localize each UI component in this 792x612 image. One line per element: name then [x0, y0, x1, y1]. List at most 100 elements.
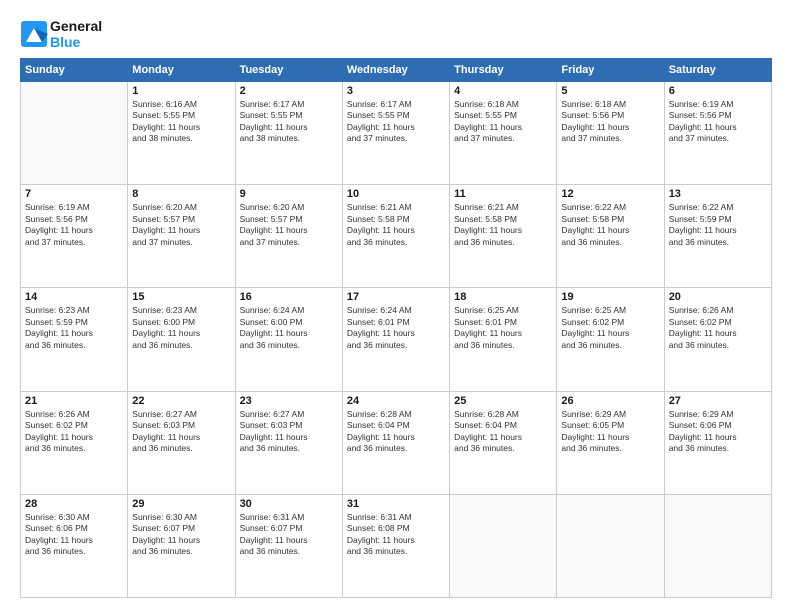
day-number: 21	[25, 395, 123, 407]
day-info: Sunrise: 6:29 AM Sunset: 6:06 PM Dayligh…	[669, 409, 767, 455]
day-info: Sunrise: 6:22 AM Sunset: 5:58 PM Dayligh…	[561, 202, 659, 248]
calendar-cell: 26 Sunrise: 6:29 AM Sunset: 6:05 PM Dayli…	[557, 391, 664, 494]
day-number: 19	[561, 291, 659, 303]
day-info: Sunrise: 6:19 AM Sunset: 5:56 PM Dayligh…	[669, 99, 767, 145]
day-info: Sunrise: 6:19 AM Sunset: 5:56 PM Dayligh…	[25, 202, 123, 248]
day-number: 8	[132, 188, 230, 200]
calendar-cell: 21 Sunrise: 6:26 AM Sunset: 6:02 PM Dayli…	[21, 391, 128, 494]
header: General Blue	[20, 18, 772, 50]
day-number: 18	[454, 291, 552, 303]
day-number: 30	[240, 498, 338, 510]
day-info: Sunrise: 6:18 AM Sunset: 5:56 PM Dayligh…	[561, 99, 659, 145]
calendar-cell: 10Sunrise: 6:21 AM Sunset: 5:58 PM Dayli…	[342, 185, 449, 288]
calendar-cell: 1Sunrise: 6:16 AM Sunset: 5:55 PM Daylig…	[128, 82, 235, 185]
calendar-cell: 18 Sunrise: 6:25 AM Sunset: 6:01 PM Dayli…	[450, 288, 557, 391]
day-number: 13	[669, 188, 767, 200]
day-info: Sunrise: 6:26 AM Sunset: 6:02 PM Dayligh…	[669, 305, 767, 351]
day-info: Sunrise: 6:17 AM Sunset: 5:55 PM Dayligh…	[240, 99, 338, 145]
calendar-cell: 23Sunrise: 6:27 AM Sunset: 6:03 PM Dayli…	[235, 391, 342, 494]
calendar-cell: 28 Sunrise: 6:30 AM Sunset: 6:06 PM Dayli…	[21, 494, 128, 597]
calendar-cell: 8 Sunrise: 6:20 AM Sunset: 5:57 PM Daylig…	[128, 185, 235, 288]
calendar-week-row: 1Sunrise: 6:16 AM Sunset: 5:55 PM Daylig…	[21, 82, 772, 185]
day-number: 25	[454, 395, 552, 407]
calendar-cell: 2 Sunrise: 6:17 AM Sunset: 5:55 PM Daylig…	[235, 82, 342, 185]
day-info: Sunrise: 6:24 AM Sunset: 6:01 PM Dayligh…	[347, 305, 445, 351]
day-info: Sunrise: 6:23 AM Sunset: 5:59 PM Dayligh…	[25, 305, 123, 351]
calendar-cell: 9 Sunrise: 6:20 AM Sunset: 5:57 PM Daylig…	[235, 185, 342, 288]
calendar-cell	[21, 82, 128, 185]
weekday-header: Monday	[128, 59, 235, 82]
day-number: 31	[347, 498, 445, 510]
calendar-cell: 22 Sunrise: 6:27 AM Sunset: 6:03 PM Dayli…	[128, 391, 235, 494]
day-number: 17	[347, 291, 445, 303]
day-number: 11	[454, 188, 552, 200]
day-number: 7	[25, 188, 123, 200]
day-info: Sunrise: 6:28 AM Sunset: 6:04 PM Dayligh…	[454, 409, 552, 455]
calendar-cell	[664, 494, 771, 597]
calendar-week-row: 21 Sunrise: 6:26 AM Sunset: 6:02 PM Dayli…	[21, 391, 772, 494]
day-number: 14	[25, 291, 123, 303]
calendar-cell: 25 Sunrise: 6:28 AM Sunset: 6:04 PM Dayli…	[450, 391, 557, 494]
logo-icon	[20, 20, 48, 48]
day-number: 27	[669, 395, 767, 407]
day-info: Sunrise: 6:22 AM Sunset: 5:59 PM Dayligh…	[669, 202, 767, 248]
calendar-cell: 29Sunrise: 6:30 AM Sunset: 6:07 PM Dayli…	[128, 494, 235, 597]
day-info: Sunrise: 6:18 AM Sunset: 5:55 PM Dayligh…	[454, 99, 552, 145]
calendar-table: SundayMondayTuesdayWednesdayThursdayFrid…	[20, 58, 772, 598]
calendar-cell: 16 Sunrise: 6:24 AM Sunset: 6:00 PM Dayli…	[235, 288, 342, 391]
calendar-cell: 30 Sunrise: 6:31 AM Sunset: 6:07 PM Dayli…	[235, 494, 342, 597]
day-info: Sunrise: 6:25 AM Sunset: 6:01 PM Dayligh…	[454, 305, 552, 351]
day-info: Sunrise: 6:23 AM Sunset: 6:00 PM Dayligh…	[132, 305, 230, 351]
day-number: 20	[669, 291, 767, 303]
day-number: 28	[25, 498, 123, 510]
calendar-cell	[450, 494, 557, 597]
day-info: Sunrise: 6:28 AM Sunset: 6:04 PM Dayligh…	[347, 409, 445, 455]
logo: General Blue	[20, 18, 102, 50]
weekday-header: Friday	[557, 59, 664, 82]
day-info: Sunrise: 6:20 AM Sunset: 5:57 PM Dayligh…	[240, 202, 338, 248]
calendar-cell: 13 Sunrise: 6:22 AM Sunset: 5:59 PM Dayli…	[664, 185, 771, 288]
calendar-cell: 31Sunrise: 6:31 AM Sunset: 6:08 PM Dayli…	[342, 494, 449, 597]
calendar-week-row: 28 Sunrise: 6:30 AM Sunset: 6:06 PM Dayli…	[21, 494, 772, 597]
calendar-cell: 20 Sunrise: 6:26 AM Sunset: 6:02 PM Dayli…	[664, 288, 771, 391]
day-number: 2	[240, 85, 338, 97]
calendar-cell	[557, 494, 664, 597]
day-number: 9	[240, 188, 338, 200]
day-info: Sunrise: 6:31 AM Sunset: 6:07 PM Dayligh…	[240, 512, 338, 558]
weekday-header: Saturday	[664, 59, 771, 82]
day-info: Sunrise: 6:29 AM Sunset: 6:05 PM Dayligh…	[561, 409, 659, 455]
day-number: 16	[240, 291, 338, 303]
day-number: 22	[132, 395, 230, 407]
calendar-cell: 19Sunrise: 6:25 AM Sunset: 6:02 PM Dayli…	[557, 288, 664, 391]
day-info: Sunrise: 6:26 AM Sunset: 6:02 PM Dayligh…	[25, 409, 123, 455]
logo-text: General Blue	[50, 18, 102, 50]
calendar-cell: 7 Sunrise: 6:19 AM Sunset: 5:56 PM Daylig…	[21, 185, 128, 288]
day-info: Sunrise: 6:30 AM Sunset: 6:06 PM Dayligh…	[25, 512, 123, 558]
weekday-header: Tuesday	[235, 59, 342, 82]
calendar-cell: 11 Sunrise: 6:21 AM Sunset: 5:58 PM Dayli…	[450, 185, 557, 288]
day-info: Sunrise: 6:27 AM Sunset: 6:03 PM Dayligh…	[240, 409, 338, 455]
calendar-cell: 24Sunrise: 6:28 AM Sunset: 6:04 PM Dayli…	[342, 391, 449, 494]
weekday-header: Thursday	[450, 59, 557, 82]
day-number: 26	[561, 395, 659, 407]
day-info: Sunrise: 6:20 AM Sunset: 5:57 PM Dayligh…	[132, 202, 230, 248]
calendar-cell: 27 Sunrise: 6:29 AM Sunset: 6:06 PM Dayli…	[664, 391, 771, 494]
day-number: 1	[132, 85, 230, 97]
weekday-header: Wednesday	[342, 59, 449, 82]
calendar-cell: 12Sunrise: 6:22 AM Sunset: 5:58 PM Dayli…	[557, 185, 664, 288]
day-number: 29	[132, 498, 230, 510]
day-info: Sunrise: 6:27 AM Sunset: 6:03 PM Dayligh…	[132, 409, 230, 455]
day-info: Sunrise: 6:21 AM Sunset: 5:58 PM Dayligh…	[454, 202, 552, 248]
calendar-cell: 17 Sunrise: 6:24 AM Sunset: 6:01 PM Dayli…	[342, 288, 449, 391]
page: General Blue SundayMondayTuesdayWednesda…	[0, 0, 792, 612]
weekday-header: Sunday	[21, 59, 128, 82]
calendar-week-row: 14 Sunrise: 6:23 AM Sunset: 5:59 PM Dayli…	[21, 288, 772, 391]
calendar-cell: 4 Sunrise: 6:18 AM Sunset: 5:55 PM Daylig…	[450, 82, 557, 185]
calendar-cell: 15Sunrise: 6:23 AM Sunset: 6:00 PM Dayli…	[128, 288, 235, 391]
calendar-cell: 6Sunrise: 6:19 AM Sunset: 5:56 PM Daylig…	[664, 82, 771, 185]
day-number: 5	[561, 85, 659, 97]
calendar-cell: 5 Sunrise: 6:18 AM Sunset: 5:56 PM Daylig…	[557, 82, 664, 185]
day-info: Sunrise: 6:24 AM Sunset: 6:00 PM Dayligh…	[240, 305, 338, 351]
calendar-cell: 14 Sunrise: 6:23 AM Sunset: 5:59 PM Dayli…	[21, 288, 128, 391]
day-number: 4	[454, 85, 552, 97]
